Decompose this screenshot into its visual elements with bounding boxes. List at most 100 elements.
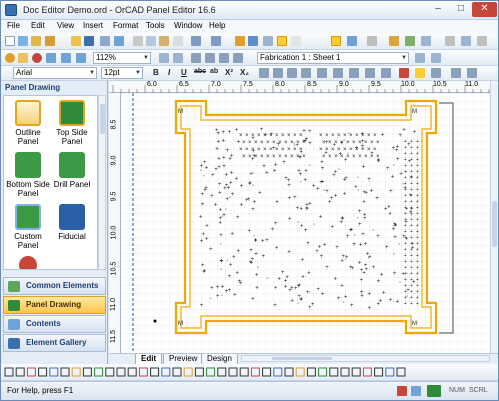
symbol-icon[interactable] (467, 68, 477, 78)
pointer-tool-icon[interactable] (331, 36, 341, 46)
draw-tool-icon[interactable] (306, 367, 316, 377)
draw-tool-icon[interactable] (150, 367, 160, 377)
align-right-icon[interactable] (287, 68, 297, 78)
scroll-thumb[interactable] (100, 104, 105, 134)
zoom-in-icon[interactable] (159, 53, 169, 63)
format-painter-icon[interactable] (248, 36, 258, 46)
draw-tool-icon[interactable] (161, 367, 171, 377)
panel-item-bottom-side[interactable]: Bottom Side Panel (6, 152, 50, 198)
numbering-icon[interactable] (349, 68, 359, 78)
insert-image-icon[interactable] (291, 36, 301, 46)
spell-check-icon[interactable] (114, 36, 124, 46)
draw-tool-icon[interactable] (228, 367, 238, 377)
draw-tool-icon[interactable] (250, 367, 260, 377)
draw-tool-icon[interactable] (138, 367, 148, 377)
draw-tool-icon[interactable] (194, 367, 204, 377)
next-page-icon[interactable] (219, 53, 229, 63)
zoom-width-icon[interactable] (76, 53, 86, 63)
grid-icon[interactable] (405, 36, 415, 46)
draw-tool-icon[interactable] (127, 367, 137, 377)
hand-pan-icon[interactable] (18, 53, 28, 63)
font-color-icon[interactable] (399, 68, 409, 78)
redo-icon[interactable] (211, 36, 221, 46)
nav-common-elements[interactable]: Common Elements (3, 277, 106, 295)
draw-tool-icon[interactable] (15, 367, 25, 377)
bullets-icon[interactable] (333, 68, 343, 78)
draw-tool-icon[interactable] (351, 367, 361, 377)
help-icon[interactable] (477, 36, 487, 46)
scroll-thumb[interactable] (492, 201, 497, 247)
justify-icon[interactable] (301, 68, 311, 78)
undo-icon[interactable] (191, 36, 201, 46)
draw-tool-icon[interactable] (295, 367, 305, 377)
tools-icon[interactable] (421, 36, 431, 46)
draw-tool-icon[interactable] (396, 367, 406, 377)
nav-panel-drawing[interactable]: Panel Drawing (3, 296, 106, 314)
draw-tool-icon[interactable] (172, 367, 182, 377)
menu-insert[interactable]: Insert (83, 21, 103, 30)
print-preview-icon[interactable] (100, 36, 110, 46)
fill-color-icon[interactable] (415, 68, 425, 78)
window-icon[interactable] (461, 36, 471, 46)
draw-tool-icon[interactable] (116, 367, 126, 377)
font-select[interactable]: Arial ▼ (13, 67, 97, 79)
cut-icon[interactable] (133, 36, 143, 46)
vertical-scrollbar[interactable] (490, 81, 498, 353)
draw-tool-icon[interactable] (318, 367, 328, 377)
bold-button[interactable]: B (153, 68, 159, 77)
draw-tool-icon[interactable] (49, 367, 59, 377)
line-spacing-icon[interactable] (317, 68, 327, 78)
draw-tool-icon[interactable] (82, 367, 92, 377)
drawing-canvas[interactable]: + + + + + + + ◦ ◦ + + + + + + + + + + + + + + + ◦ ◦ + + + ◦ + ◦ + + + + + + + +… (121, 93, 490, 353)
stop-icon[interactable] (32, 53, 42, 63)
draw-tool-icon[interactable] (340, 367, 350, 377)
draw-tool-icon[interactable] (362, 367, 372, 377)
open-template-icon[interactable] (18, 36, 28, 46)
sheet-select[interactable]: Fabrication 1 : Sheet 1 ▼ (257, 52, 409, 64)
zoom-page-icon[interactable] (61, 53, 71, 63)
draw-tool-icon[interactable] (385, 367, 395, 377)
table-icon[interactable] (347, 36, 357, 46)
highlight-text-button[interactable]: ab (210, 68, 218, 75)
draw-tool-icon[interactable] (262, 367, 272, 377)
copy-icon[interactable] (146, 36, 156, 46)
draw-tool-icon[interactable] (4, 367, 14, 377)
close-button[interactable]: ✕ (472, 2, 497, 17)
italic-button[interactable]: I (168, 68, 170, 77)
subscript-button[interactable]: X₂ (240, 68, 249, 77)
outdent-icon[interactable] (381, 68, 391, 78)
panel-item-top-side[interactable]: Top Side Panel (50, 100, 94, 146)
panel-item-more[interactable] (6, 256, 50, 269)
draw-tool-icon[interactable] (71, 367, 81, 377)
menu-help[interactable]: Help (209, 21, 225, 30)
layers-icon[interactable] (389, 36, 399, 46)
remove-sheet-icon[interactable] (431, 53, 441, 63)
horizontal-scrollbar[interactable] (241, 355, 490, 362)
add-sheet-icon[interactable] (415, 53, 425, 63)
settings-icon[interactable] (445, 36, 455, 46)
draw-tool-icon[interactable] (217, 367, 227, 377)
nav-contents[interactable]: Contents (3, 315, 106, 333)
menu-view[interactable]: View (57, 21, 74, 30)
draw-tool-icon[interactable] (374, 367, 384, 377)
zoom-out-icon[interactable] (173, 53, 183, 63)
zoom-fit-icon[interactable] (46, 53, 56, 63)
draw-tool-icon[interactable] (183, 367, 193, 377)
draw-tool-icon[interactable] (329, 367, 339, 377)
panel-item-fiducial[interactable]: Fiducial (50, 204, 94, 241)
draw-tool-icon[interactable] (239, 367, 249, 377)
strikethrough-button[interactable]: abc (194, 68, 206, 75)
nav-element-gallery[interactable]: Element Gallery (3, 334, 106, 352)
draw-tool-icon[interactable] (284, 367, 294, 377)
new-file-icon[interactable] (5, 36, 15, 46)
superscript-button[interactable]: X² (225, 68, 233, 77)
menu-window[interactable]: Window (174, 21, 202, 30)
draw-tool-icon[interactable] (206, 367, 216, 377)
panel-item-custom[interactable]: Custom Panel (6, 204, 50, 250)
draw-tool-icon[interactable] (26, 367, 36, 377)
align-left-icon[interactable] (259, 68, 269, 78)
last-page-icon[interactable] (233, 53, 243, 63)
magnify-icon[interactable] (5, 53, 15, 63)
panel-scrollbar[interactable] (98, 95, 106, 270)
menu-file[interactable]: File (7, 21, 20, 30)
